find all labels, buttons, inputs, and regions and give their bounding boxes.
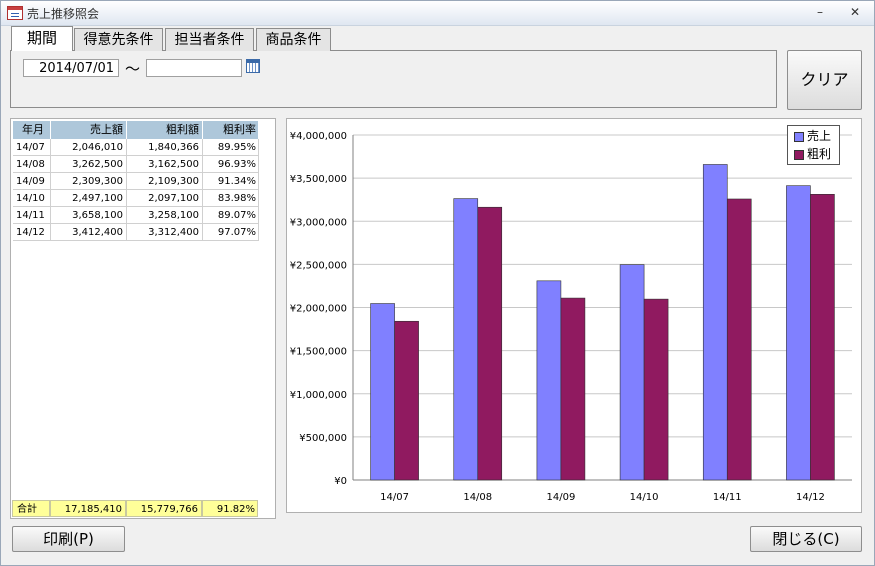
window-title: 売上推移照会: [27, 7, 100, 21]
bar-sales: [536, 280, 562, 481]
sales-chart-panel: ¥0 ¥500,000 ¥1,000,000 ¥1,500,000 ¥2,000,000…: [286, 118, 862, 513]
total-gross-profit: 15,779,766: [126, 500, 202, 517]
date-from-input[interactable]: 2014/07/01: [23, 59, 119, 77]
table-cell: 96.93%: [203, 156, 259, 173]
tab-customer-conditions[interactable]: 得意先条件: [74, 28, 163, 51]
table-cell: 2,109,300: [127, 173, 203, 190]
title-bar[interactable]: 売上推移照会 – ✕: [1, 1, 874, 26]
y-tick-label: ¥1,000,000: [290, 390, 347, 401]
legend-label-gross-profit: 粗利: [807, 147, 832, 161]
table-cell: 3,258,100: [127, 207, 203, 224]
table-cell: 3,658,100: [51, 207, 127, 224]
table-cell: 97.07%: [203, 224, 259, 241]
table-cell: 83.98%: [203, 190, 259, 207]
tab-product-conditions[interactable]: 商品条件: [256, 28, 331, 51]
bar-sales: [619, 264, 645, 481]
chart-legend: 売上 粗利: [787, 125, 840, 165]
y-tick-label: ¥0: [334, 476, 347, 487]
y-tick-label: ¥1,500,000: [290, 347, 347, 358]
date-range-separator: ～: [125, 60, 141, 78]
bar-sales: [702, 164, 728, 481]
bar-sales: [786, 185, 811, 481]
total-margin: 91.82%: [202, 500, 258, 517]
legend-swatch-gross-profit: [794, 150, 804, 160]
bar-sales: [370, 303, 395, 481]
minimize-button[interactable]: –: [811, 5, 829, 19]
table-cell: 2,309,300: [51, 173, 127, 190]
sales-chart: ¥0 ¥500,000 ¥1,000,000 ¥1,500,000 ¥2,000,000…: [290, 131, 852, 503]
sales-table: 年月 売上額 粗利額 粗利率 14/07 2,046,010 1,840,366…: [10, 118, 276, 519]
table-cell: 89.95%: [203, 139, 259, 156]
x-tick-label: 14/07: [380, 492, 409, 503]
table-cell: 14/07: [13, 139, 51, 156]
table-header-gross-profit: 粗利額: [127, 121, 203, 139]
table-cell: 2,046,010: [51, 139, 127, 156]
y-tick-label: ¥3,500,000: [290, 174, 347, 185]
print-button[interactable]: 印刷(P): [12, 526, 125, 552]
table-header-month: 年月: [13, 121, 51, 139]
bar-gross-profit: [643, 298, 669, 481]
y-tick-label: ¥2,000,000: [290, 304, 347, 315]
bar-gross-profit: [726, 198, 752, 481]
table-cell: 14/12: [13, 224, 51, 241]
table-cell: 1,840,366: [127, 139, 203, 156]
legend-label-sales: 売上: [807, 129, 832, 143]
y-tick-label: ¥4,000,000: [290, 131, 347, 142]
table-cell: 3,312,400: [127, 224, 203, 241]
table-cell: 2,097,100: [127, 190, 203, 207]
bar-gross-profit: [810, 194, 835, 481]
form-icon: [7, 6, 23, 20]
table-cell: 3,162,500: [127, 156, 203, 173]
x-tick-label: 14/10: [630, 492, 659, 503]
date-to-input[interactable]: [146, 59, 242, 77]
y-tick-label: ¥2,500,000: [290, 260, 347, 271]
table-cell: 89.07%: [203, 207, 259, 224]
tab-period[interactable]: 期間: [11, 26, 73, 51]
table-cell: 91.34%: [203, 173, 259, 190]
table-cell: 2,497,100: [51, 190, 127, 207]
table-cell: 3,412,400: [51, 224, 127, 241]
bar-gross-profit: [560, 297, 586, 481]
x-tick-label: 14/12: [796, 492, 825, 503]
table-header-sales: 売上額: [51, 121, 127, 139]
x-tick-label: 14/08: [463, 492, 492, 503]
tab-staff-conditions[interactable]: 担当者条件: [165, 28, 254, 51]
total-label: 合計: [12, 500, 50, 517]
bar-gross-profit: [394, 320, 419, 481]
y-tick-label: ¥3,000,000: [290, 217, 347, 228]
y-tick-label: ¥500,000: [299, 433, 347, 444]
calendar-icon[interactable]: [246, 59, 260, 73]
bar-gross-profit: [477, 206, 503, 481]
bar-sales: [453, 198, 479, 481]
table-header-margin: 粗利率: [203, 121, 259, 139]
table-cell: 3,262,500: [51, 156, 127, 173]
total-sales: 17,185,410: [50, 500, 126, 517]
close-window-button[interactable]: ✕: [846, 5, 864, 19]
x-tick-label: 14/09: [547, 492, 576, 503]
legend-swatch-sales: [794, 132, 804, 142]
table-cell: 14/08: [13, 156, 51, 173]
table-cell: 14/10: [13, 190, 51, 207]
table-cell: 14/09: [13, 173, 51, 190]
close-button[interactable]: 閉じる(C): [750, 526, 862, 552]
table-cell: 14/11: [13, 207, 51, 224]
clear-button[interactable]: クリア: [787, 50, 862, 110]
x-tick-label: 14/11: [713, 492, 742, 503]
